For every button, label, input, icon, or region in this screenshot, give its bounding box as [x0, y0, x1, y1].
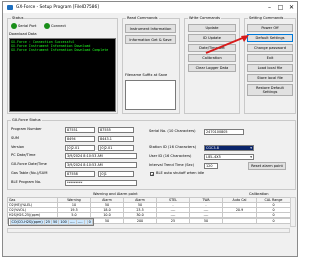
serial-number-field[interactable]: 2470100805	[204, 129, 244, 135]
table-cell[interactable]	[222, 218, 257, 224]
store-local-file-button[interactable]: Store local file	[247, 74, 293, 82]
instrument-row-label: Gas Table (No.)/SUM	[11, 171, 48, 175]
station-id-label: Station ID (16 Characters)	[149, 145, 197, 149]
reset-alarm-point-button[interactable]: Reset alarm point	[248, 162, 286, 170]
station-id-select[interactable]: CGC3-8 ▾	[204, 145, 254, 151]
close-button[interactable]: ✕	[286, 2, 297, 13]
table-cell[interactable]: ----	[67, 219, 77, 225]
setting-commands-label: Setting Commands	[248, 16, 285, 21]
filename-suffix-field[interactable]	[125, 80, 176, 110]
table-cell[interactable]: CO(CO-H2S)(ppm)	[9, 219, 45, 225]
clear-logger-data-button[interactable]: Clear Logger Data	[188, 64, 236, 72]
table-cell[interactable]: 50	[50, 219, 60, 225]
filename-suffix-label: Filename Suffix at Save	[125, 73, 168, 77]
instrument-status-label: GX-Force Status	[11, 118, 42, 123]
status-group-label: Status	[11, 16, 25, 21]
information-get-save-button[interactable]: Information Get & Save	[125, 35, 176, 44]
table-cell[interactable]: 25	[43, 219, 53, 225]
annotation-arrow-icon	[205, 35, 249, 54]
app-window: GX-Force - Setup Program [FileID7586] – …	[2, 1, 298, 257]
interval-trend-time-label: Interval Trend Time (Sec)	[149, 163, 195, 167]
user-id-select[interactable]: LIEL-4X5 ▾	[204, 154, 254, 160]
log-line: GX-Force Instrument Information Download…	[11, 48, 109, 52]
table-cell[interactable]: 0	[86, 219, 93, 225]
table-horizontal-scrollbar[interactable]	[7, 228, 290, 233]
table-scrollbar[interactable]	[290, 197, 296, 227]
instrument-row-value-2: 3/9/2024 8:10:53 AM	[65, 153, 137, 160]
log-console: GX-Force : Connection Successful GX-Forc…	[9, 38, 116, 112]
load-local-file-button[interactable]: Load local file	[247, 64, 293, 72]
table-cell[interactable]: 100	[58, 219, 69, 225]
minimize-button[interactable]: –	[264, 2, 275, 13]
instrument-row-value-2: 87555	[98, 127, 134, 133]
chevron-down-icon: ▾	[250, 155, 252, 159]
download-data-label: Download Data	[9, 32, 37, 36]
instrument-row-label: PC Date/Time	[11, 153, 36, 158]
table-cell[interactable]: 25	[156, 218, 190, 224]
table-cell[interactable]: ----	[75, 219, 85, 225]
instrument-row-value-1: [0]2.01	[65, 144, 95, 151]
connect-indicator	[44, 23, 50, 29]
read-commands-label: Read Commands	[126, 16, 159, 21]
connect-label: Connect	[51, 24, 66, 28]
instrument-row-label: GX-Force Date/Time	[11, 162, 47, 167]
instrument-row-value-1: 87551	[65, 127, 95, 133]
table-cell[interactable]: 200	[123, 218, 157, 224]
table-cell[interactable]: 0	[256, 212, 291, 218]
table-cell[interactable]: 0	[256, 218, 291, 224]
table-row[interactable]: CO(CO-H2S)(ppm) 25 50 100 ---- ---- 0	[7, 218, 94, 226]
ble-auto-shutoff-label: BLE auto shutoff when idle	[156, 171, 205, 175]
chevron-down-icon: ▾	[250, 146, 252, 150]
table-cell[interactable]: 10.0	[90, 212, 124, 218]
instrument-row-value-1: 87558	[65, 171, 95, 177]
instrument-row-label: Program Number	[11, 127, 42, 131]
instrument-row-label: Version	[11, 144, 25, 149]
user-id-value: LIEL-4X5	[206, 155, 221, 159]
instrument-row-value-2: *********	[65, 179, 137, 186]
table-cell[interactable]: 50	[189, 218, 223, 224]
gas-alarm-table: Gas Warning Alarm Alarm STEL TWA Auto Cal CAL R…	[7, 197, 291, 226]
instrument-row-label: SUM	[11, 135, 20, 140]
serial-number-label: Serial No. (10 Characters)	[149, 129, 196, 133]
restore-default-settings-button[interactable]: Restore Default Settings	[247, 84, 293, 96]
table-cell[interactable]: 30.0	[123, 212, 157, 218]
instrument-row-value-1: 8494	[65, 135, 95, 142]
serial-port-label: Serial Port	[18, 24, 37, 28]
ble-auto-shutoff-checkbox[interactable]: ✓	[150, 172, 154, 177]
instrument-row-value-2: 8443.1	[98, 135, 134, 142]
interval-trend-time-field[interactable]: 120	[204, 163, 218, 169]
table-cell[interactable]: ----	[189, 212, 223, 218]
table-cell[interactable]: ----	[156, 212, 190, 218]
title-bar: GX-Force - Setup Program [FileID7586] – …	[3, 2, 297, 13]
maximize-button[interactable]: □	[275, 2, 286, 13]
app-icon	[7, 5, 13, 10]
write-commands-label: Write Commands	[188, 16, 221, 21]
instrument-information-button[interactable]: Instrument Information	[125, 24, 176, 33]
window-title: GX-Force - Setup Program [FileID7586]	[16, 5, 99, 10]
instrument-row-value-2: [0]2.01	[98, 144, 134, 151]
table-cell[interactable]: H2S(H2S-25)(ppm)	[7, 212, 58, 218]
table-row[interactable]: H2S(H2S-25)(ppm) 5.0 10.0 30.0 ---- ---- 0	[7, 212, 291, 218]
table-cell[interactable]	[222, 212, 257, 218]
station-id-value: CGC3-8	[206, 146, 219, 150]
instrument-row-value-2: 3/9/2024 8:10:53 AM	[65, 162, 137, 169]
serial-port-indicator	[11, 23, 17, 29]
user-id-label: User ID (16 Characters)	[149, 154, 192, 158]
instrument-row-label: BLE Program No.	[11, 179, 42, 184]
instrument-row-value-2: [0]1	[98, 171, 134, 177]
table-cell[interactable]: 5.0	[57, 212, 91, 218]
table-cell[interactable]: 50	[90, 218, 124, 224]
